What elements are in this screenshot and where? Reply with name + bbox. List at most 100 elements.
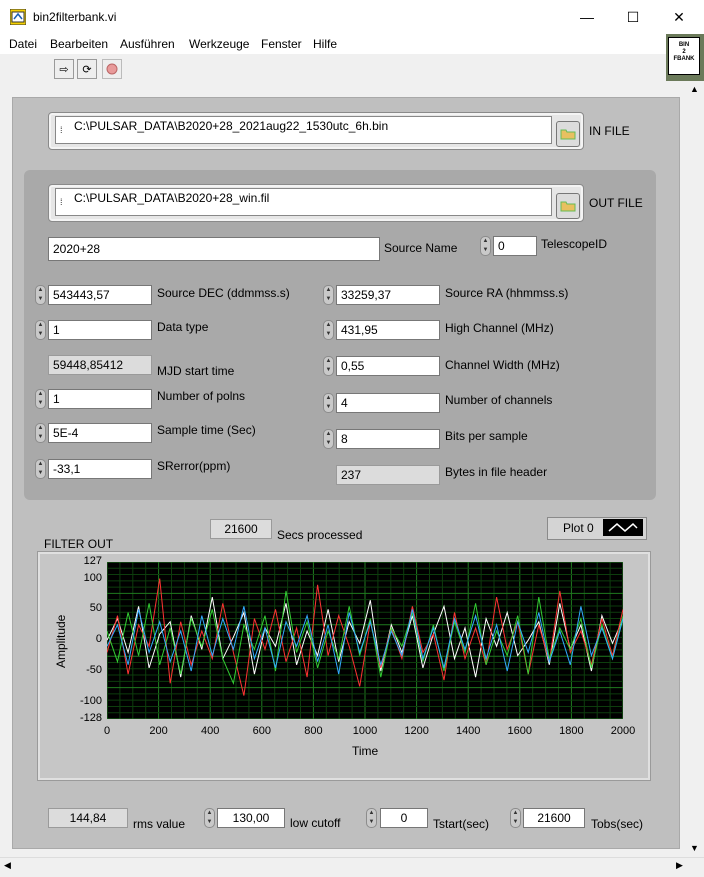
abort-button[interactable] [102, 59, 122, 79]
mjd-start-label: MJD start time [157, 364, 235, 378]
x-tick-label: 1800 [559, 725, 584, 737]
x-tick-label: 1400 [455, 725, 481, 737]
num-channels-spinner[interactable]: ▲ ▼ [323, 393, 334, 413]
out-file-path-field[interactable]: ⁞ C:\PULSAR_DATA\B2020+28_win.fil [55, 188, 552, 216]
menu-bearbeiten[interactable]: Bearbeiten [50, 37, 108, 51]
y-tick-label: -100 [79, 694, 102, 707]
y-tick-label: 50 [89, 602, 102, 615]
sample-time-field[interactable]: 5E-4 [48, 423, 152, 443]
secs-processed-indicator: 21600 [210, 519, 272, 539]
telescope-id-field[interactable]: 0 [493, 236, 537, 256]
in-file-label: IN FILE [589, 124, 630, 138]
stop-icon [106, 63, 118, 75]
path-icon: ⁞ [60, 125, 63, 135]
scroll-left-icon[interactable]: ◀ [4, 860, 11, 871]
scroll-right-icon[interactable]: ▶ [676, 860, 683, 871]
vi-icon-line: FBANK [673, 56, 695, 62]
data-type-field[interactable]: 1 [48, 320, 152, 340]
run-button[interactable]: ⇨ [54, 59, 74, 79]
graph-label: FILTER OUT [44, 537, 114, 551]
maximize-button[interactable]: ☐ [610, 0, 656, 34]
source-ra-spinner[interactable]: ▲ ▼ [323, 285, 334, 305]
minimize-button[interactable]: — [564, 0, 610, 34]
x-tick-label: 400 [201, 725, 220, 737]
scroll-up-icon[interactable]: ▲ [690, 84, 699, 94]
rms-indicator: 144,84 [48, 808, 128, 828]
tstart-spinner[interactable]: ▲ ▼ [366, 808, 377, 828]
bytes-header-indicator: 237 [336, 465, 440, 485]
folder-icon [560, 129, 576, 140]
run-continuously-button[interactable]: ⟳ [77, 59, 97, 79]
low-cutoff-field[interactable]: 130,00 [217, 808, 285, 828]
source-name-field[interactable]: 2020+28 [48, 237, 380, 261]
y-tick-label: 0 [95, 633, 102, 646]
channel-width-spinner[interactable]: ▲ ▼ [323, 356, 334, 376]
minimize-icon: — [580, 9, 594, 25]
waveform-plot-area[interactable] [107, 562, 623, 719]
telescope-id-label: TelescopeID [541, 237, 608, 251]
toolbar [0, 54, 666, 82]
data-type-spinner[interactable]: ▲ ▼ [35, 320, 46, 340]
low-cutoff-label: low cutoff [290, 816, 341, 830]
source-ra-label: Source RA (hhmmss.s) [445, 286, 569, 300]
bits-per-sample-spinner[interactable]: ▲ ▼ [323, 429, 334, 449]
y-tick-label: -128 [79, 712, 102, 724]
menu-datei[interactable]: Datei [9, 37, 37, 51]
source-dec-field[interactable]: 543443,57 [48, 285, 152, 305]
high-channel-field[interactable]: 431,95 [336, 320, 440, 340]
in-file-browse-button[interactable] [556, 121, 580, 147]
bits-per-sample-field[interactable]: 8 [336, 429, 440, 449]
num-channels-field[interactable]: 4 [336, 393, 440, 413]
num-polns-label: Number of polns [157, 389, 246, 403]
horizontal-scrollbar[interactable]: ◀ ▶ [0, 857, 704, 877]
run-arrow-icon: ⇨ [59, 63, 69, 76]
source-dec-spinner[interactable]: ▲ ▼ [35, 285, 46, 305]
labview-vi-icon [9, 8, 27, 26]
num-polns-field[interactable]: 1 [48, 389, 152, 409]
in-file-path-field[interactable]: ⁞ C:\PULSAR_DATA\B2020+28_2021aug22_1530… [55, 116, 552, 144]
x-tick-label: 200 [149, 725, 168, 737]
menu-hilfe[interactable]: Hilfe [313, 37, 337, 51]
x-tick-label: 800 [304, 725, 323, 737]
telescope-id-spinner[interactable]: ▲ ▼ [480, 236, 491, 256]
close-button[interactable]: ✕ [656, 0, 702, 34]
y-tick-label: 100 [83, 571, 102, 584]
close-icon: ✕ [673, 8, 685, 25]
srerror-spinner[interactable]: ▲ ▼ [35, 459, 46, 479]
out-file-browse-button[interactable] [556, 193, 580, 219]
menu-ausfuehren[interactable]: Ausführen [120, 37, 175, 51]
scroll-down-icon[interactable]: ▼ [690, 843, 699, 853]
vi-icon-line: BIN [678, 42, 690, 48]
sample-time-spinner[interactable]: ▲ ▼ [35, 423, 46, 443]
num-channels-label: Number of channels [445, 393, 553, 407]
srerror-field[interactable]: -33,1 [48, 459, 152, 479]
menu-werkzeuge[interactable]: Werkzeuge [189, 37, 249, 51]
vi-icon-line: 2 [682, 49, 686, 55]
channel-width-label: Channel Width (MHz) [445, 358, 560, 372]
out-file-label: OUT FILE [589, 196, 643, 210]
legend-plot-name: Plot 0 [563, 521, 594, 535]
tobs-field[interactable]: 21600 [523, 808, 585, 828]
tstart-field[interactable]: 0 [380, 808, 428, 828]
folder-icon [560, 201, 576, 212]
tobs-spinner[interactable]: ▲ ▼ [510, 808, 521, 828]
maximize-icon: ☐ [626, 8, 640, 25]
x-tick-label: 2000 [610, 725, 636, 737]
channel-width-field[interactable]: 0,55 [336, 356, 440, 376]
menu-fenster[interactable]: Fenster [261, 37, 302, 51]
source-ra-field[interactable]: 33259,37 [336, 285, 440, 305]
vertical-scrollbar[interactable]: ▲ ▼ [686, 81, 704, 857]
legend-line-swatch [603, 519, 643, 536]
bytes-header-label: Bytes in file header [445, 465, 548, 479]
x-tick-label: 1600 [507, 725, 533, 737]
low-cutoff-spinner[interactable]: ▲ ▼ [204, 808, 215, 828]
vi-connector-icon[interactable]: BIN 2 FBANK [668, 37, 700, 75]
num-polns-spinner[interactable]: ▲ ▼ [35, 389, 46, 409]
window-title: bin2filterbank.vi [33, 10, 117, 24]
high-channel-spinner[interactable]: ▲ ▼ [323, 320, 334, 340]
x-axis-label: Time [352, 744, 379, 758]
x-tick-label: 600 [252, 725, 271, 737]
high-channel-label: High Channel (MHz) [445, 321, 554, 335]
x-tick-label: 1000 [352, 725, 378, 737]
source-name-label: Source Name [384, 241, 458, 255]
